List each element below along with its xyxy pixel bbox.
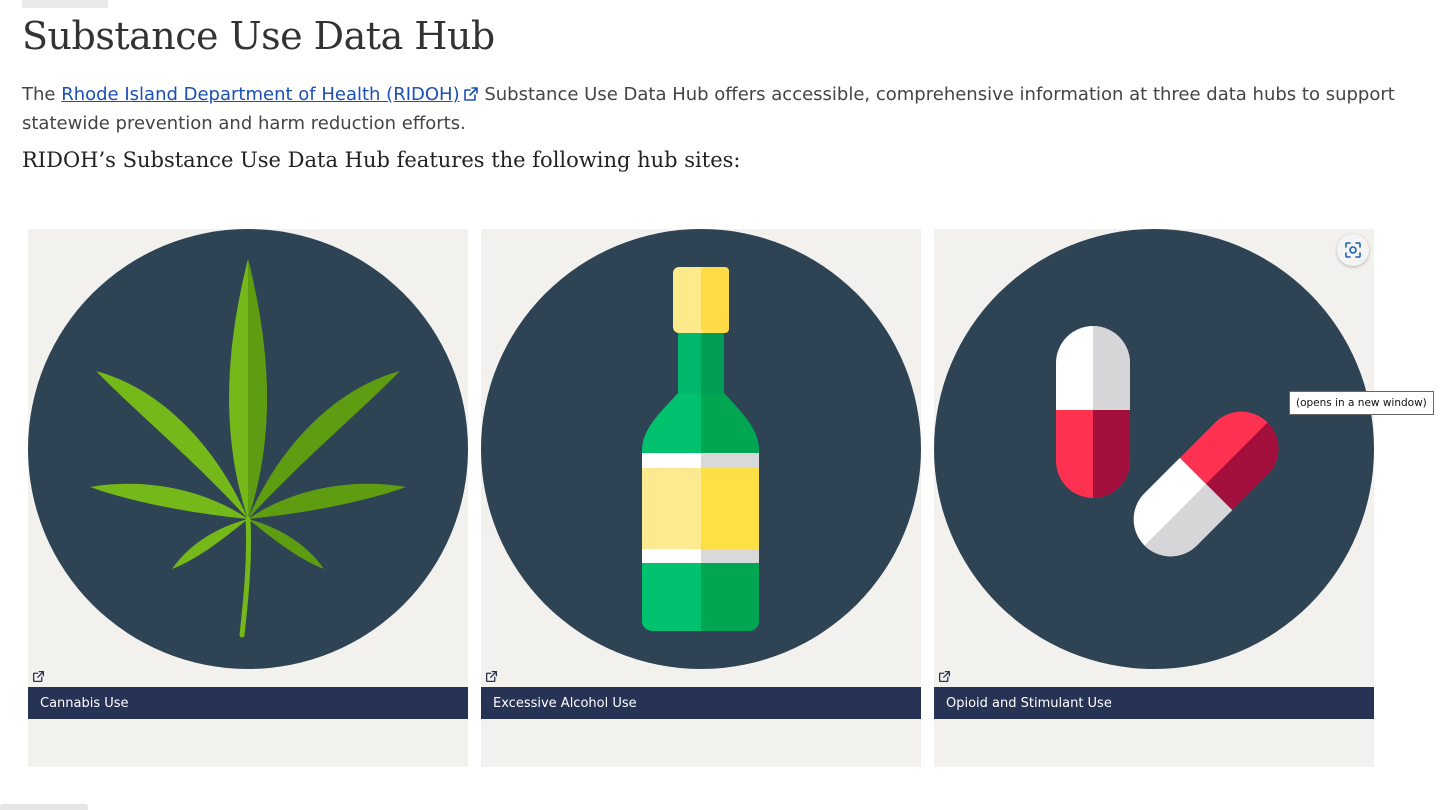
card-label[interactable]: Excessive Alcohol Use	[481, 687, 921, 719]
pills-icon	[934, 229, 1374, 669]
external-link-icon[interactable]	[463, 86, 479, 102]
cannabis-leaf-icon	[28, 229, 468, 669]
external-link-icon	[32, 670, 45, 683]
ridoh-link[interactable]: Rhode Island Department of Health (RIDOH…	[61, 84, 459, 105]
visual-search-button[interactable]	[1337, 234, 1369, 266]
visual-search-icon	[1345, 242, 1361, 258]
card-excessive-alcohol-use[interactable]: Excessive Alcohol Use	[481, 229, 921, 767]
top-tab[interactable]	[22, 0, 108, 8]
tooltip: (opens in a new window)	[1289, 391, 1434, 415]
page-title: Substance Use Data Hub	[22, 14, 495, 58]
intro-text-before: The	[22, 84, 62, 105]
hub-sites-heading: RIDOH’s Substance Use Data Hub features …	[22, 148, 741, 172]
external-link-icon	[485, 670, 498, 683]
card-cannabis-use[interactable]: Cannabis Use	[28, 229, 468, 767]
bottle-icon	[481, 229, 921, 669]
external-link-icon	[938, 670, 951, 683]
card-opioid-and-stimulant-use[interactable]: Opioid and Stimulant Use	[934, 229, 1374, 767]
bottom-tab[interactable]	[0, 804, 88, 810]
card-label[interactable]: Cannabis Use	[28, 687, 468, 719]
intro-paragraph: The Rhode Island Department of Health (R…	[22, 80, 1422, 138]
card-label[interactable]: Opioid and Stimulant Use	[934, 687, 1374, 719]
